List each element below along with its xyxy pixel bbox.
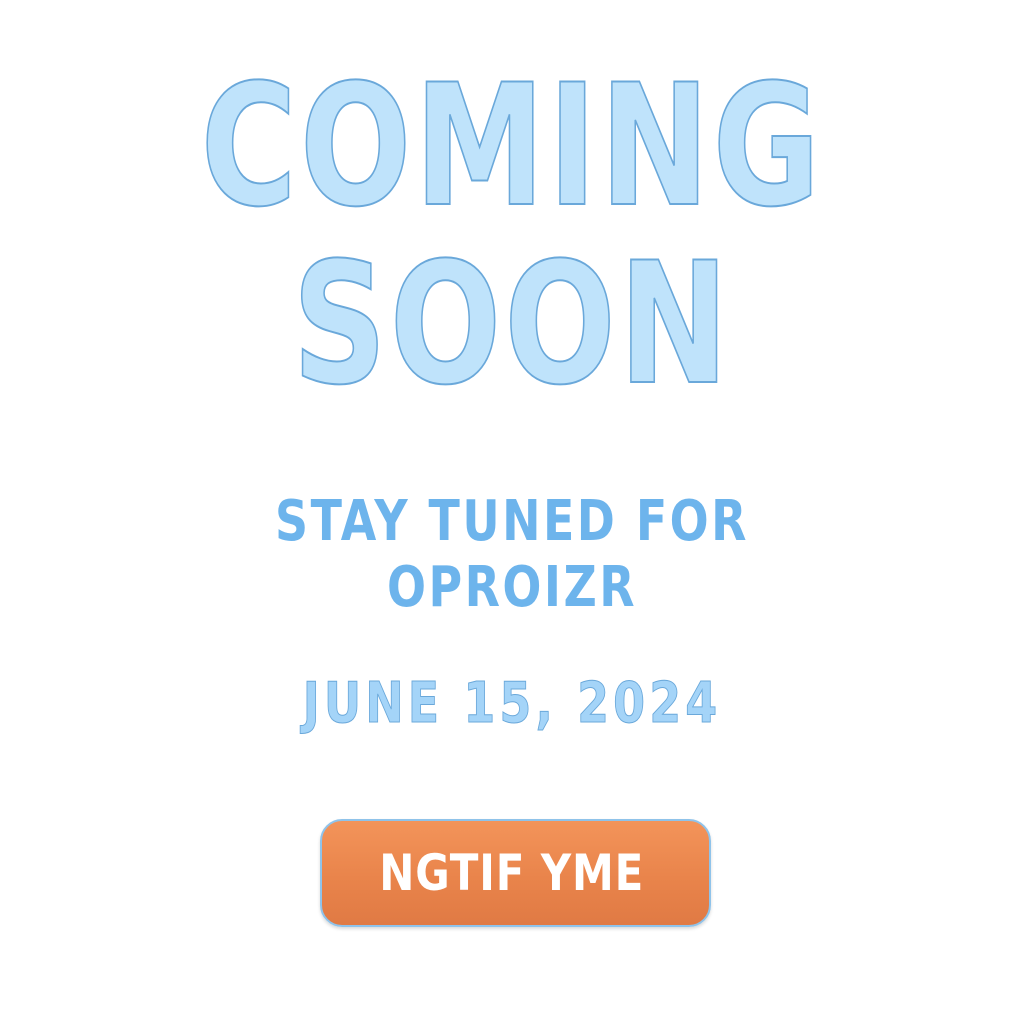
launch-date: JUNE 15, 2024	[302, 671, 722, 736]
product-name: OPROIZR	[386, 555, 638, 620]
subheading-line-1: STAY TUNED FOR	[275, 489, 749, 554]
coming-soon-page: COMING SOON STAY TUNED FOR OPROIZR JUNE …	[0, 0, 1024, 1024]
headline-line-2: SOON	[292, 226, 732, 422]
notify-me-button[interactable]: NGTIF YME	[320, 819, 711, 927]
headline-line-1: COMING	[200, 48, 824, 244]
notify-me-button-label: NGTIF YME	[379, 844, 644, 902]
